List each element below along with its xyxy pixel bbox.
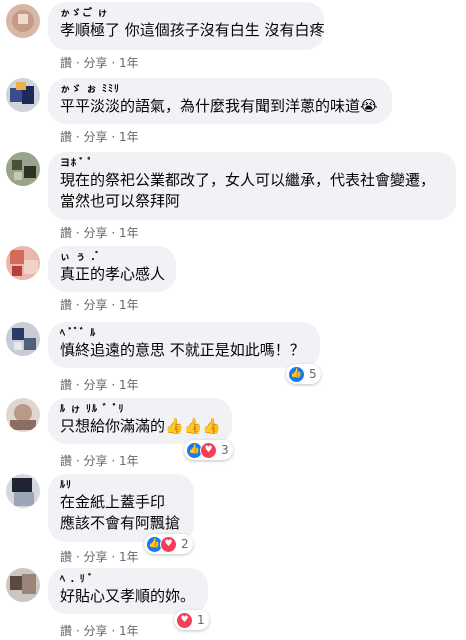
comment-bubble: ﾙ ゖ ﾘﾙ ゛ﾞﾘ 只想給你滿滿的👍👍👍: [48, 398, 232, 444]
avatar[interactable]: [6, 322, 40, 356]
timestamp[interactable]: 1年: [119, 622, 139, 639]
author-name[interactable]: ゕゞご ゖ: [60, 8, 312, 20]
comment-text-line-2: 當然也可以祭拜阿: [60, 192, 181, 210]
like-link[interactable]: 讚: [60, 452, 72, 469]
love-reaction-icon: ♥: [160, 535, 177, 553]
author-name[interactable]: ﾙ ゖ ﾘﾙ ゛ﾞﾘ: [60, 404, 220, 416]
like-link[interactable]: 讚: [60, 376, 72, 393]
comment-text: 只想給你滿滿的👍👍👍: [60, 417, 222, 435]
reaction-summary[interactable]: 👍 ♥ 2: [144, 534, 193, 554]
reaction-summary[interactable]: ♥ 1: [174, 610, 209, 630]
share-link[interactable]: 分享: [84, 548, 108, 565]
like-link[interactable]: 讚: [60, 622, 72, 639]
author-name[interactable]: ゕゞ ぉ ﾐﾐﾘ: [60, 84, 380, 96]
comment-text: 好貼心又孝順的妳。: [60, 587, 196, 605]
timestamp[interactable]: 1年: [119, 224, 139, 241]
comment-text-line-1: 現在的祭祀公業都改了，女人可以繼承，代表社會變遷，: [60, 171, 436, 189]
avatar[interactable]: [6, 246, 40, 280]
author-name[interactable]: ﾍ ﾞ ゙ ﾞ ﾙ: [60, 328, 308, 340]
timestamp[interactable]: 1年: [119, 296, 139, 313]
like-link[interactable]: 讚: [60, 296, 72, 313]
author-name[interactable]: ぃ ぅ . ゙: [60, 252, 164, 264]
comment-actions: 讚 · 分享 · 1年: [60, 54, 139, 71]
author-name[interactable]: ヨﾎ ﾞ ﾟ: [60, 158, 444, 170]
avatar[interactable]: [6, 568, 40, 602]
share-link[interactable]: 分享: [84, 622, 108, 639]
avatar[interactable]: [6, 4, 40, 38]
author-name[interactable]: ﾍ . ﾘ ﾞ: [60, 574, 196, 586]
share-link[interactable]: 分享: [84, 376, 108, 393]
share-link[interactable]: 分享: [84, 224, 108, 241]
comment-text: 慎終追遠的意思 不就正是如此嗎！？: [60, 341, 305, 359]
reaction-summary[interactable]: 👍 ♥ 3: [184, 440, 233, 460]
comment-bubble: ﾍ ﾞ ゙ ﾞ ﾙ 慎終追遠的意思 不就正是如此嗎！？: [48, 322, 320, 368]
share-link[interactable]: 分享: [84, 296, 108, 313]
comment-text-line-2: 應該不會有阿飄搶: [60, 514, 181, 532]
author-name[interactable]: ﾙﾘ: [60, 480, 182, 492]
share-link[interactable]: 分享: [84, 54, 108, 71]
comment-text-line-1: 在金紙上蓋手印: [60, 493, 166, 511]
love-reaction-icon: ♥: [200, 441, 217, 459]
comment-bubble: ﾙﾘ 在金紙上蓋手印 應該不會有阿飄搶: [48, 474, 194, 542]
reaction-count: 2: [181, 537, 189, 551]
comment-actions: 讚 · 分享 · 1年: [60, 622, 139, 639]
avatar[interactable]: [6, 152, 40, 186]
comment-bubble: ゕゞご ゖ 孝順極了 你這個孩子沒有白生 沒有白疼: [48, 2, 325, 50]
timestamp[interactable]: 1年: [119, 548, 139, 565]
share-link[interactable]: 分享: [84, 128, 108, 145]
comment-bubble: ﾍ . ﾘ ﾞ 好貼心又孝順的妳。: [48, 568, 208, 614]
timestamp[interactable]: 1年: [119, 376, 139, 393]
comment-actions: 讚 · 分享 · 1年: [60, 296, 139, 313]
comment-bubble: ぃ ぅ . ゙ 真正的孝心感人: [48, 246, 176, 292]
comment-text: 孝順極了 你這個孩子沒有白生 沒有白疼: [60, 21, 325, 39]
reaction-summary[interactable]: 👍 5: [286, 364, 321, 384]
reaction-count: 1: [197, 613, 205, 627]
avatar[interactable]: [6, 78, 40, 112]
share-link[interactable]: 分享: [84, 452, 108, 469]
reaction-count: 5: [309, 367, 317, 381]
comment-actions: 讚 · 分享 · 1年: [60, 128, 139, 145]
comment-actions: 讚 · 分享 · 1年: [60, 376, 139, 393]
like-link[interactable]: 讚: [60, 128, 72, 145]
timestamp[interactable]: 1年: [119, 452, 139, 469]
avatar[interactable]: [6, 474, 40, 508]
timestamp[interactable]: 1年: [119, 128, 139, 145]
avatar[interactable]: [6, 398, 40, 432]
timestamp[interactable]: 1年: [119, 54, 139, 71]
comment-text: 真正的孝心感人: [60, 265, 166, 283]
comment-bubble: ヨﾎ ﾞ ﾟ 現在的祭祀公業都改了，女人可以繼承，代表社會變遷， 當然也可以祭拜…: [48, 152, 456, 220]
love-reaction-icon: ♥: [176, 611, 193, 629]
reaction-count: 3: [221, 443, 229, 457]
comment-bubble: ゕゞ ぉ ﾐﾐﾘ 平平淡淡的語氣，為什麼我有聞到洋蔥的味道😭: [48, 78, 392, 124]
like-reaction-icon: 👍: [288, 365, 305, 383]
like-link[interactable]: 讚: [60, 54, 72, 71]
comment-text: 平平淡淡的語氣，為什麼我有聞到洋蔥的味道😭: [60, 97, 378, 115]
like-link[interactable]: 讚: [60, 548, 72, 565]
comment-actions: 讚 · 分享 · 1年: [60, 224, 139, 241]
comment-actions: 讚 · 分享 · 1年: [60, 452, 139, 469]
like-link[interactable]: 讚: [60, 224, 72, 241]
comment-actions: 讚 · 分享 · 1年: [60, 548, 139, 565]
